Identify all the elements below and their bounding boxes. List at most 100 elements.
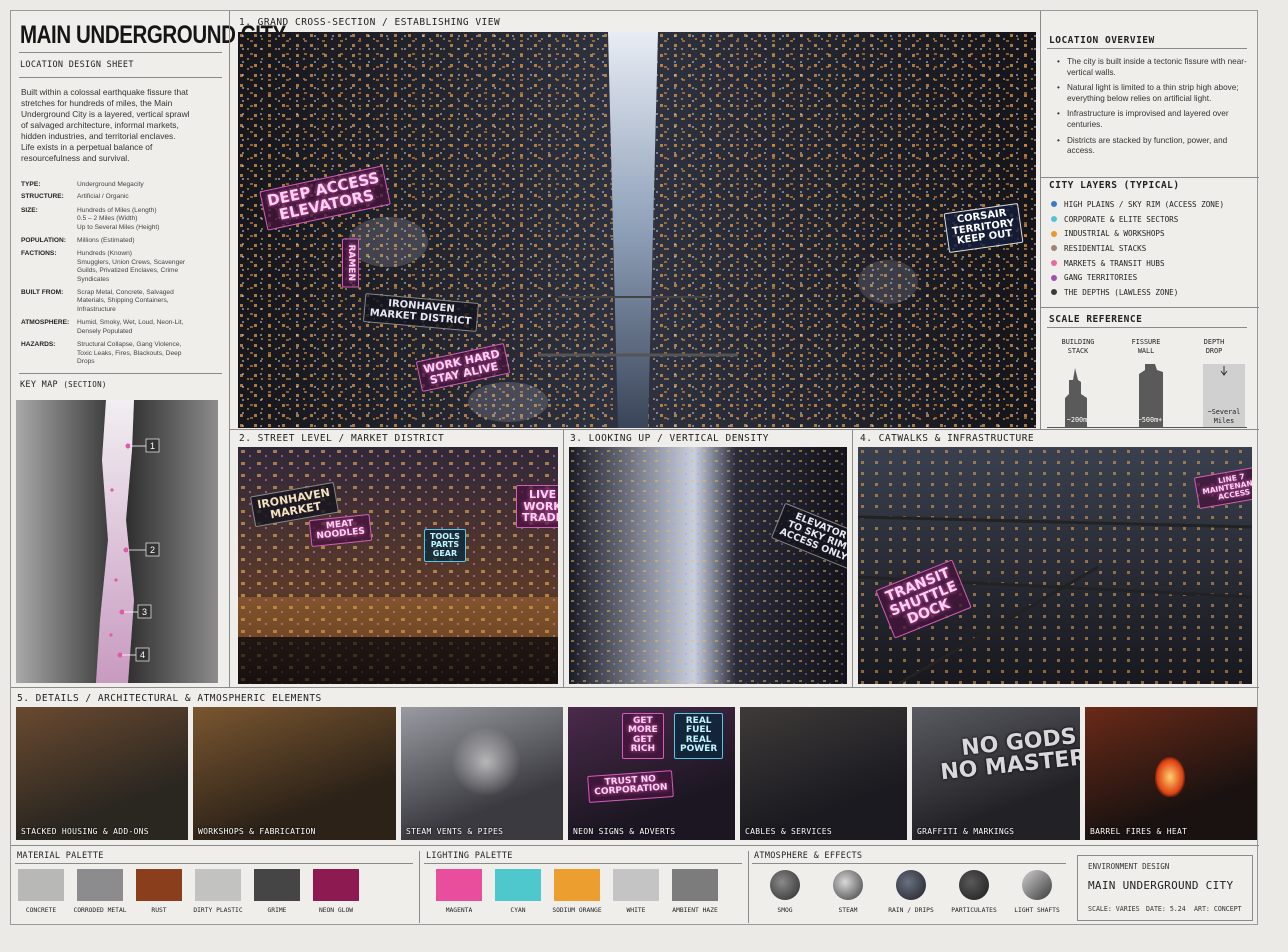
catwalks-illustration [858, 447, 1252, 684]
spec-key: STRUCTURE: [21, 193, 64, 201]
detail-caption: BARREL FIRES & HEAT [1090, 827, 1188, 836]
swatch-grime [254, 869, 300, 901]
detail-caption: STEAM VENTS & PIPES [406, 827, 504, 836]
barrel-fire [1155, 757, 1185, 797]
detail-sign: REAL FUEL REAL POWER [674, 713, 724, 759]
looking-up-illustration [569, 447, 847, 684]
spec-row: HAZARDS: Structural Collapse, Gang Violen… [21, 341, 187, 366]
detail-caption: CABLES & SERVICES [745, 827, 832, 836]
swatch-magenta [436, 869, 482, 901]
layer-label: CORPORATE & ELITE SECTORS [1064, 214, 1179, 224]
spec-row: ATMOSPHERE: Humid, Smoky, Wet, Loud, Neon… [21, 319, 187, 336]
overview-bullet: Natural light is limited to a thin strip… [1057, 83, 1247, 104]
key-map-marker-1: 1 [145, 438, 160, 453]
spec-value: Hundreds of Miles (Length) 0.5 – 2 Miles… [77, 206, 160, 231]
scale-label-fissure: FISSURE WALL [1131, 338, 1161, 355]
spec-row: BUILT FROM: Scrap Metal, Concrete, Salvag… [21, 289, 187, 314]
spec-key: FACTIONS: [21, 250, 57, 258]
effect-label: LIGHT SHAFTS [1014, 907, 1060, 914]
detail-image-5: CABLES & SERVICES [740, 707, 907, 840]
spec-list: TYPE: Underground Megacity STRUCTURE: Artif… [21, 181, 187, 371]
layer-color-dot [1051, 201, 1057, 208]
detail-image-3: STEAM VENTS & PIPES [401, 707, 563, 840]
detail-image-7: BARREL FIRES & HEAT [1085, 707, 1257, 840]
overview-bullets: The city is built inside a tectonic fiss… [1057, 57, 1247, 162]
spec-key: SIZE: [21, 206, 38, 214]
key-map-marker-2: 2 [145, 542, 160, 557]
detail-sign: NO GODS NO MASTERS [939, 724, 1080, 786]
scale-title: SCALE REFERENCE [1049, 314, 1143, 325]
layer-color-dot [1051, 245, 1057, 252]
detail-caption: STACKED HOUSING & ADD-ONS [21, 827, 149, 836]
overview-bullet: The city is built inside a tectonic fiss… [1057, 57, 1247, 78]
spec-row: POPULATION: Millions (Estimated) [21, 237, 187, 245]
scale-label-depth: DEPTH DROP [1203, 338, 1225, 355]
detail-image-6: NO GODS NO MASTERS GRAFFITI & MARKINGS [912, 707, 1080, 840]
effect-label: RAIN / DRIPS [888, 907, 934, 914]
key-map-marker-3: 3 [137, 604, 152, 619]
key-map-marker-4: 4 [135, 647, 150, 662]
looking-up-image: ELEVATOR TO SKY RIM ACCESS ONLY [569, 447, 847, 684]
detail-image-1: STACKED HOUSING & ADD-ONS [16, 707, 188, 840]
establishing-view-illustration [238, 32, 1036, 428]
panel-1-title: 1. GRAND CROSS-SECTION / ESTABLISHING VI… [239, 17, 501, 28]
swatch-cyan [495, 869, 541, 901]
detail-sign: GET MORE GET RICH [622, 713, 664, 759]
title-block: ENVIRONMENT DESIGN MAIN UNDERGROUND CITY… [1077, 855, 1253, 921]
swatch-sodium-orange [554, 869, 600, 901]
layer-color-dot [1051, 289, 1057, 296]
detail-image-4: GET MORE GET RICH REAL FUEL REAL POWER TRU… [568, 707, 735, 840]
spec-value: Underground Megacity [77, 181, 144, 188]
key-map-illustration: 1 2 3 4 [16, 400, 218, 683]
sign-live-work-trade: LIVE WORK TRADE [516, 485, 558, 528]
swatch-label: NEON GLOW [318, 907, 354, 914]
effect-label: SMOG [777, 907, 793, 914]
keymap-title: KEY MAP (SECTION) [20, 380, 107, 390]
lighting-palette-title: LIGHTING PALETTE [426, 851, 513, 861]
sign-ramen: RAMEN [341, 238, 359, 287]
effect-light-shafts-icon [1022, 870, 1052, 900]
sheet-subtitle: LOCATION DESIGN SHEET [20, 60, 134, 70]
city-layer-item: INDUSTRIAL & WORKSHOPS [1051, 226, 1224, 241]
overview-title: LOCATION OVERVIEW [1049, 35, 1155, 46]
lighting-palette: MAGENTA CYAN SODIUM ORANGE WHITE AMBIENT HAZ… [421, 869, 747, 919]
scale-reference: BUILDING STACK FISSURE WALL DEPTH DROP ~… [1047, 336, 1247, 428]
scale-value-fissure: ~500m+ [1137, 416, 1163, 424]
layer-color-dot [1051, 274, 1057, 281]
layer-label: HIGH PLAINS / SKY RIM (ACCESS ZONE) [1064, 199, 1225, 209]
catwalks-image: TRANSIT SHUTTLE DOCK LINE 7 MAINTENANCE … [858, 447, 1252, 684]
layer-color-dot [1051, 230, 1057, 237]
spec-key: BUILT FROM: [21, 289, 64, 297]
city-layers-title: CITY LAYERS (TYPICAL) [1049, 180, 1180, 191]
swatch-ambient-haze [672, 869, 718, 901]
swatch-dirty-plastic [195, 869, 241, 901]
effect-particulates-icon [959, 870, 989, 900]
spec-key: ATMOSPHERE: [21, 319, 70, 327]
spec-row: TYPE: Underground Megacity [21, 181, 187, 189]
establishing-view-image: DEEP ACCESS ELEVATORS IRONHAVEN MARKET D… [238, 32, 1036, 428]
scale-value-depth: ~Several Miles [1207, 408, 1241, 425]
city-layer-item: GANG TERRITORIES [1051, 270, 1224, 285]
swatch-neon-glow [313, 869, 359, 901]
sign-tools-parts-gear: TOOLS PARTS GEAR [424, 529, 466, 563]
spec-value: Artificial / Organic [77, 193, 129, 201]
overview-bullet: Infrastructure is improvised and layered… [1057, 109, 1247, 130]
material-palette: CONCRETE CORRODED METAL RUST DIRTY PLASTIC G… [11, 869, 421, 919]
spec-value: Millions (Estimated) [77, 237, 135, 245]
key-map-section-image: 1 2 3 4 [16, 400, 218, 683]
spec-value: Hundreds (Known) Smugglers, Union Crews,… [77, 250, 186, 283]
layer-label: MARKETS & TRANSIT HUBS [1064, 258, 1165, 268]
swatch-corroded-metal [77, 869, 123, 901]
spec-value: Scrap Metal, Concrete, Salvaged Material… [77, 289, 174, 313]
layer-color-dot [1051, 260, 1057, 267]
layer-label: INDUSTRIAL & WORKSHOPS [1064, 229, 1165, 239]
atmosphere-title: ATMOSPHERE & EFFECTS [754, 851, 863, 861]
title-block-art: ART: CONCEPT [1194, 905, 1242, 913]
detail-caption: NEON SIGNS & ADVERTS [573, 827, 676, 836]
panel-2-title: 2. STREET LEVEL / MARKET DISTRICT [239, 433, 445, 444]
swatch-concrete [18, 869, 64, 901]
swatch-label: AMBIENT HAZE [672, 907, 718, 914]
swatch-rust [136, 869, 182, 901]
layer-color-dot [1051, 216, 1057, 223]
spec-value: Humid, Smoky, Wet, Loud, Neon-Lit, Dense… [77, 319, 184, 335]
